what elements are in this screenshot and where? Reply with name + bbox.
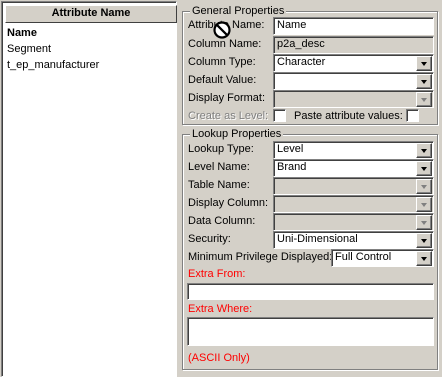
lookup-type-select[interactable]: Level bbox=[273, 141, 434, 159]
data-column-dropdown-button[interactable] bbox=[416, 215, 432, 230]
display-format-dropdown-button[interactable] bbox=[416, 92, 432, 107]
level-name-value: Brand bbox=[277, 161, 307, 173]
extra-from-label: Extra From: bbox=[188, 268, 246, 280]
column-type-label: Column Type: bbox=[188, 56, 256, 68]
attribute-item-t-ep-manufacturer[interactable]: t_ep_manufacturer bbox=[7, 58, 99, 72]
data-column-label: Data Column: bbox=[188, 215, 256, 227]
extra-from-input[interactable] bbox=[187, 283, 434, 300]
security-label: Security: bbox=[188, 233, 231, 245]
display-column-select[interactable] bbox=[273, 195, 434, 213]
min-privilege-select[interactable]: Full Control bbox=[331, 249, 434, 267]
display-format-select[interactable] bbox=[273, 90, 434, 108]
not-allowed-cursor-icon bbox=[213, 21, 231, 39]
paste-attribute-values-checkbox[interactable] bbox=[406, 109, 419, 122]
display-column-dropdown-button[interactable] bbox=[416, 197, 432, 212]
lookup-type-value: Level bbox=[277, 143, 304, 155]
display-format-label: Display Format: bbox=[188, 92, 266, 104]
create-as-level-label: Create as Level: bbox=[188, 110, 269, 122]
data-column-select[interactable] bbox=[273, 213, 434, 231]
paste-attribute-values-label: Paste attribute values: bbox=[294, 110, 403, 122]
column-type-dropdown-button[interactable] bbox=[416, 56, 432, 71]
column-type-value: Character bbox=[277, 56, 326, 68]
attribute-item-name[interactable]: Name bbox=[7, 26, 37, 40]
table-name-select[interactable] bbox=[273, 177, 434, 195]
column-type-select[interactable]: Character bbox=[273, 54, 434, 72]
min-privilege-label: Minimum Privilege Displayed: bbox=[188, 251, 333, 263]
extra-where-textarea[interactable] bbox=[187, 317, 434, 346]
table-name-label: Table Name: bbox=[188, 179, 250, 191]
default-value-label: Default Value: bbox=[188, 74, 257, 86]
extra-where-label: Extra Where: bbox=[188, 303, 253, 315]
level-name-dropdown-button[interactable] bbox=[416, 161, 432, 176]
general-properties-title: General Properties bbox=[190, 5, 287, 17]
level-name-label: Level Name: bbox=[188, 161, 250, 173]
min-privilege-value: Full Control bbox=[335, 251, 392, 263]
security-select[interactable]: Uni-Dimensional bbox=[273, 231, 434, 249]
lookup-properties-title: Lookup Properties bbox=[190, 128, 284, 140]
lookup-type-label: Lookup Type: bbox=[188, 143, 254, 155]
column-name-field: p2a_desc bbox=[273, 36, 434, 54]
level-name-select[interactable]: Brand bbox=[273, 159, 434, 177]
attribute-name-column-header[interactable]: Attribute Name bbox=[5, 5, 177, 23]
default-value-select[interactable] bbox=[273, 72, 434, 90]
display-column-label: Display Column: bbox=[188, 197, 269, 209]
attribute-list-panel: Attribute Name Name Segment t_ep_manufac… bbox=[1, 1, 177, 377]
min-privilege-dropdown-button[interactable] bbox=[416, 251, 432, 266]
create-as-level-checkbox[interactable] bbox=[273, 109, 286, 122]
attribute-name-input[interactable]: Name bbox=[273, 17, 434, 35]
table-name-dropdown-button[interactable] bbox=[416, 179, 432, 194]
attribute-item-segment[interactable]: Segment bbox=[7, 42, 51, 56]
default-value-dropdown-button[interactable] bbox=[416, 74, 432, 89]
security-value: Uni-Dimensional bbox=[277, 233, 358, 245]
attribute-list: Attribute Name Name Segment t_ep_manufac… bbox=[2, 2, 177, 376]
ascii-only-note: (ASCII Only) bbox=[188, 352, 250, 364]
security-dropdown-button[interactable] bbox=[416, 233, 432, 248]
lookup-type-dropdown-button[interactable] bbox=[416, 143, 432, 158]
